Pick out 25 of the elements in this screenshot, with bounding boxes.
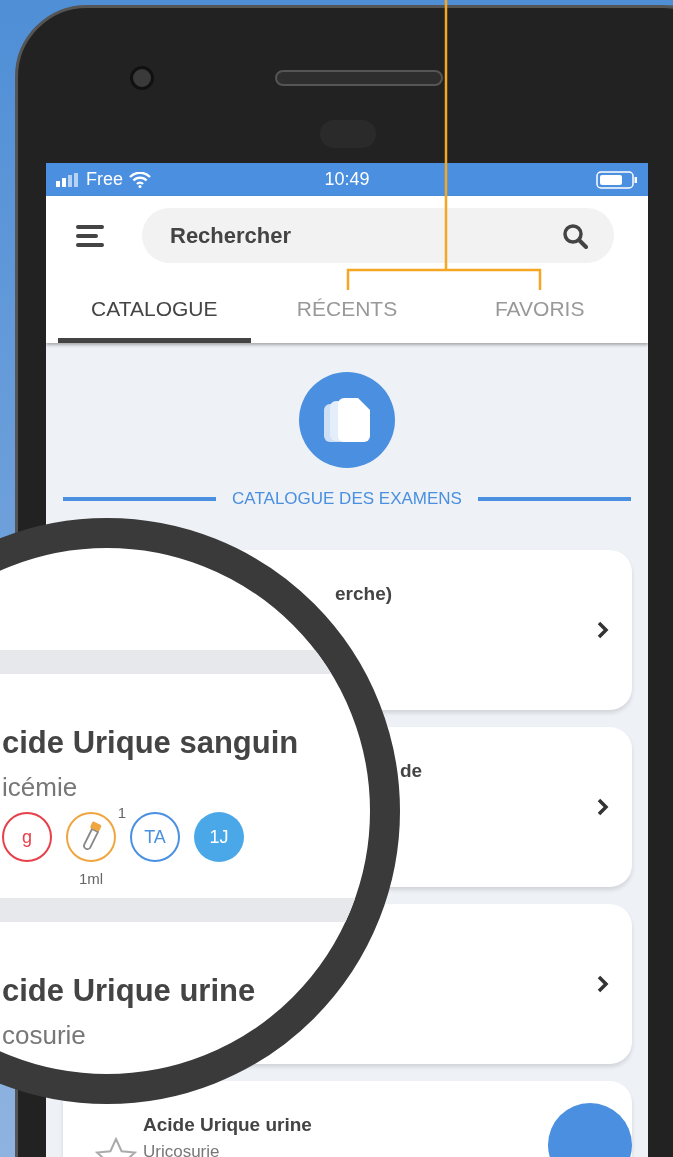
- section-title: CATALOGUE DES EXAMENS: [232, 488, 462, 510]
- search-field[interactable]: Rechercher: [142, 208, 614, 263]
- magnified-title: cide Urique urine: [2, 972, 256, 1010]
- magnified-subtitle: icémie: [2, 771, 78, 804]
- battery-icon: [596, 170, 638, 189]
- clock-time: 10:49: [323, 168, 371, 191]
- code-badge: TA: [130, 812, 180, 862]
- search-icon: [562, 223, 588, 249]
- carrier-name: Free: [86, 168, 123, 191]
- exam-title: Acide Urique urine: [143, 1112, 312, 1137]
- magnified-title: cide Urique sanguin: [2, 724, 299, 762]
- code-badge: g: [2, 812, 52, 862]
- exam-title: de: [400, 758, 423, 783]
- wifi-icon: [129, 171, 151, 188]
- exam-subtitle: Uricosurie: [143, 1141, 220, 1157]
- tab[interactable]: CATALOGUE: [58, 275, 251, 343]
- volume-label: 1ml: [78, 869, 104, 889]
- stacked-pages-icon: [322, 396, 372, 444]
- camera-icon: [130, 66, 154, 90]
- signal-icon: [56, 172, 80, 187]
- magnified-subtitle: cosurie: [2, 1019, 86, 1052]
- duration-badge: 1J: [194, 812, 244, 862]
- test-tube-icon: [80, 821, 102, 853]
- count-label: 1: [117, 803, 126, 823]
- exam-title: erche): [335, 581, 393, 606]
